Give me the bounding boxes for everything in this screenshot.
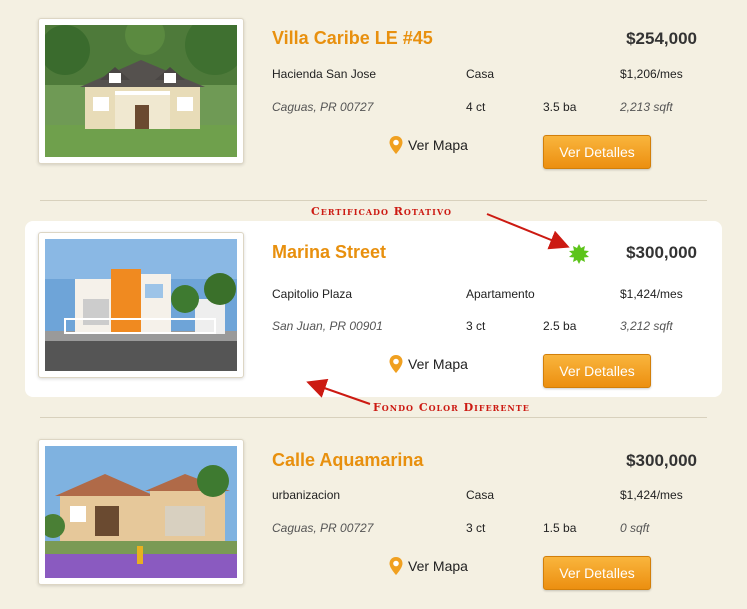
- annotation-arrows: [306, 213, 570, 405]
- background-arrow: [306, 378, 371, 405]
- certificate-arrow: [486, 213, 570, 250]
